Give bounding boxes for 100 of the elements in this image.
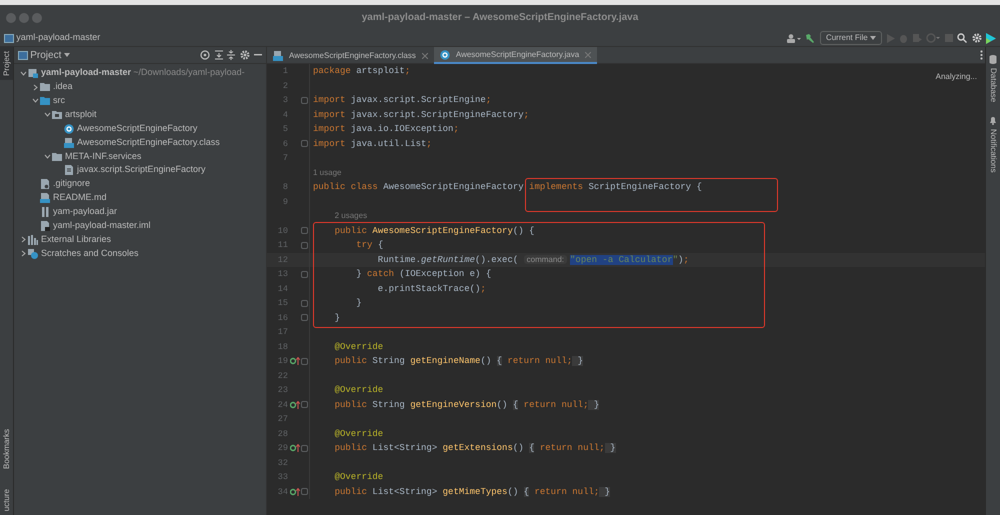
file-icon xyxy=(40,179,50,190)
chevron-right-icon[interactable] xyxy=(20,236,26,244)
folder-icon xyxy=(40,96,50,106)
tree-item[interactable]: AwesomeScriptEngineFactory.class xyxy=(77,136,220,150)
chevron-down-icon[interactable] xyxy=(32,97,38,104)
side-tab[interactable]: Project xyxy=(0,47,13,80)
expand-all-icon[interactable] xyxy=(214,50,222,60)
tree-item[interactable]: yam-payload.jar xyxy=(53,205,118,220)
override-marker-icon[interactable] xyxy=(290,488,300,496)
side-tab[interactable]: Database xyxy=(986,64,1000,106)
line-number: 28 xyxy=(276,428,289,440)
code-line: import javax.script.ScriptEngine; xyxy=(313,95,492,105)
dropdown-caret-icon[interactable] xyxy=(64,53,70,57)
editor-tab[interactable]: AwesomeScriptEngineFactory.class xyxy=(267,47,434,64)
code-line: public class AwesomeScriptEngineFactory implements ScriptEngineFactory { xyxy=(313,182,702,192)
tree-item[interactable]: yaml-payload-master xyxy=(41,66,132,80)
line-number: 27 xyxy=(276,413,289,426)
tree-item[interactable]: yaml-payload-master.iml xyxy=(53,219,151,233)
code-line: @Override xyxy=(334,428,384,438)
tree-item[interactable]: README.md xyxy=(53,191,107,206)
editor-tab[interactable]: AwesomeScriptEngineFactory.java xyxy=(434,47,598,64)
tree-item[interactable]: Scratches and Consoles xyxy=(41,246,139,261)
chevron-right-icon[interactable] xyxy=(20,250,26,258)
usage-hint[interactable]: 2 usages xyxy=(334,211,368,220)
collapse-all-icon[interactable] xyxy=(227,50,235,60)
binary-file-icon xyxy=(273,50,283,60)
line-number: 24 xyxy=(276,398,289,412)
line-number: 9 xyxy=(282,196,289,208)
chevron-right-icon[interactable] xyxy=(32,84,38,91)
more-icon[interactable] xyxy=(980,50,983,60)
settings-icon[interactable] xyxy=(972,33,982,43)
folder-icon xyxy=(40,82,50,92)
module-icon xyxy=(4,34,14,42)
line-number: 11 xyxy=(276,239,289,252)
code-line: } catch (IOException e) { xyxy=(355,269,492,279)
line-number: 32 xyxy=(276,456,289,470)
target-icon[interactable] xyxy=(200,50,210,60)
database-icon[interactable] xyxy=(989,55,997,64)
side-tab[interactable]: Notifications xyxy=(986,125,1000,177)
code-line: import javax.script.ScriptEngineFactory; xyxy=(313,110,530,120)
line-number: 6 xyxy=(282,138,289,150)
window-title: yaml-payload-master – AwesomeScriptEngineFactory.java xyxy=(362,11,638,25)
run-configuration-dropdown[interactable]: Current File xyxy=(820,31,882,45)
code-line: } xyxy=(355,298,362,308)
status-text: Analyzing... xyxy=(936,71,977,83)
line-number: 10 xyxy=(276,224,289,238)
triangle-logo-icon[interactable] xyxy=(986,32,996,44)
line-number: 1 xyxy=(282,65,289,78)
tree-item[interactable]: META-INF.services xyxy=(65,150,142,164)
line-number: 29 xyxy=(276,442,289,455)
chevron-down-icon[interactable] xyxy=(44,111,50,118)
binary-file-icon xyxy=(64,138,74,148)
library-icon xyxy=(28,234,38,245)
tree-item[interactable]: .idea xyxy=(53,80,73,94)
tree-item[interactable]: .gitignore xyxy=(53,177,90,192)
line-number: 18 xyxy=(276,340,289,354)
code-line: package artsploit; xyxy=(313,66,410,76)
chevron-down-icon[interactable] xyxy=(44,153,50,160)
chevron-down-icon[interactable] xyxy=(20,70,26,77)
tree-item[interactable]: AwesomeScriptEngineFactory xyxy=(77,122,198,136)
line-number: 13 xyxy=(276,268,289,281)
line-number: 22 xyxy=(276,370,289,382)
module-file-icon xyxy=(40,220,50,231)
caret-icon xyxy=(870,36,876,40)
line-number: 16 xyxy=(276,312,289,324)
code-line: e.printStackTrace(); xyxy=(376,284,486,294)
close-icon[interactable] xyxy=(422,52,428,58)
tree-item[interactable]: javax.script.ScriptEngineFactory xyxy=(77,163,206,178)
tree-item[interactable]: artsploit xyxy=(65,108,97,122)
override-marker-icon[interactable] xyxy=(290,400,300,409)
side-tab[interactable]: ucture xyxy=(0,484,13,515)
code-line: public AwesomeScriptEngineFactory() { xyxy=(334,226,534,236)
line-number: 14 xyxy=(276,282,289,296)
module-icon xyxy=(28,68,38,78)
user-icon[interactable] xyxy=(786,34,801,42)
tree-item[interactable]: src xyxy=(53,94,65,108)
panel-title[interactable]: Project xyxy=(30,48,62,62)
line-number: 8 xyxy=(282,181,289,194)
line-number: 33 xyxy=(276,471,289,484)
side-tab[interactable]: Bookmarks xyxy=(0,424,13,473)
search-icon[interactable] xyxy=(957,33,967,43)
project-name[interactable]: yaml-payload-master xyxy=(16,31,100,45)
path-text: ~/Downloads/yaml-payload- xyxy=(133,66,245,80)
override-marker-icon[interactable] xyxy=(290,444,300,452)
folder-icon xyxy=(52,110,62,120)
line-number: 19 xyxy=(276,355,289,368)
bell-icon[interactable] xyxy=(989,116,997,126)
line-number: 15 xyxy=(276,297,289,310)
line-number: 5 xyxy=(282,123,289,136)
tree-item[interactable]: External Libraries xyxy=(41,232,112,247)
jar-icon xyxy=(40,207,50,218)
minimize-icon[interactable] xyxy=(254,54,262,56)
line-number: 4 xyxy=(282,108,289,122)
usage-hint[interactable]: 1 usage xyxy=(313,168,342,176)
code-line: try { xyxy=(355,240,384,250)
code-line: } xyxy=(334,312,340,322)
markdown-file-icon xyxy=(40,193,50,204)
line-number: 3 xyxy=(282,94,289,107)
settings-icon[interactable] xyxy=(240,50,250,60)
override-marker-icon[interactable] xyxy=(290,357,300,366)
